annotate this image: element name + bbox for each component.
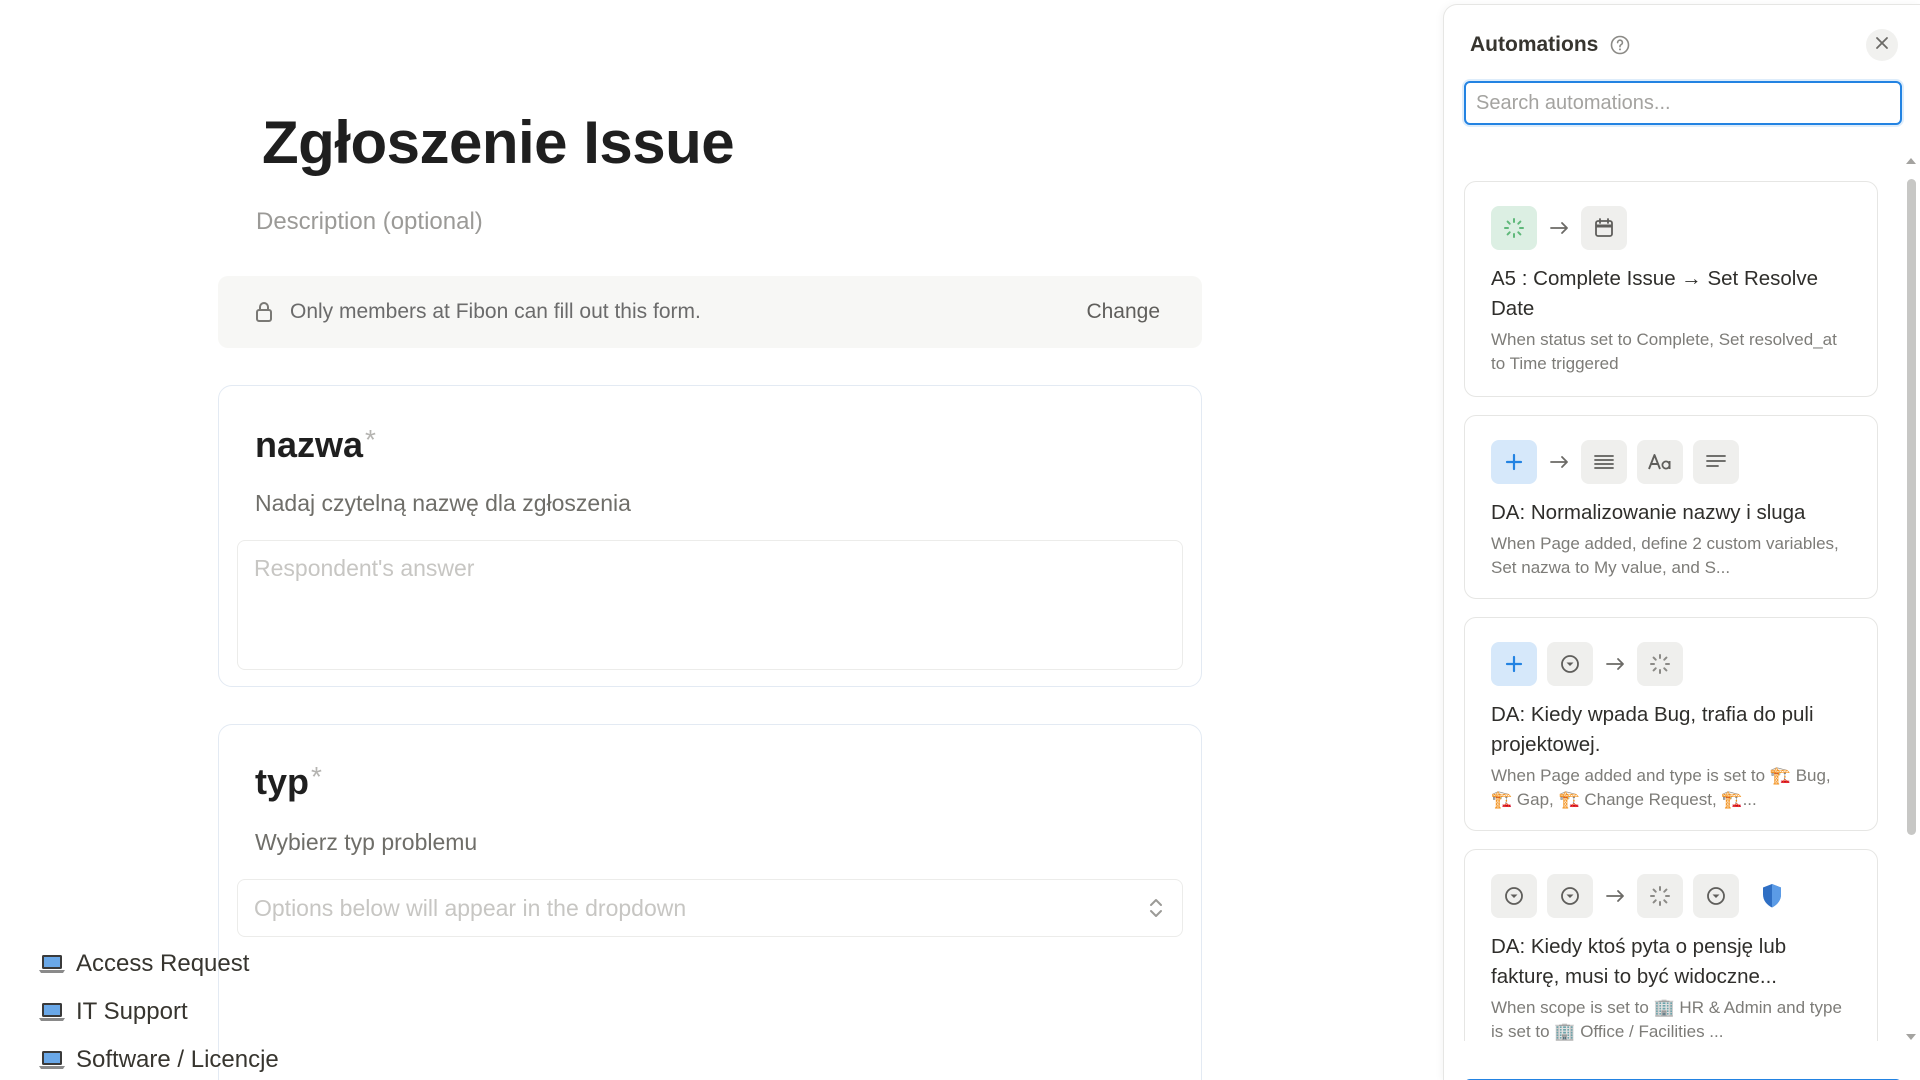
close-panel-button[interactable] [1866, 29, 1898, 61]
automation-name: A5 : Complete Issue → Set Resolve Date [1491, 267, 1819, 320]
automation-name: DA: Normalizowanie nazwy i sluga [1491, 501, 1806, 524]
arrow-right-icon [1547, 455, 1573, 469]
text-format-icon [1637, 440, 1683, 484]
arrow-right-icon [1547, 221, 1573, 235]
laptop-icon [38, 1001, 68, 1023]
automation-description: When scope is set to 🏢 HR & Admin and ty… [1491, 998, 1842, 1041]
automations-list: A5 : Complete Issue → Set Resolve Date W… [1464, 181, 1878, 1041]
select-icon [1547, 642, 1593, 686]
form-title[interactable]: Zgłoszenie Issue [262, 108, 735, 177]
automation-card[interactable]: DA: Kiedy wpada Bug, trafia do puli proj… [1464, 617, 1878, 831]
plus-icon [1491, 440, 1537, 484]
scrollbar[interactable] [1904, 155, 1918, 1043]
question-help-text[interactable]: Wybierz typ problemu [255, 829, 477, 856]
select-icon [1693, 874, 1739, 918]
automation-name: DA: Kiedy ktoś pyta o pensję lub fakturę… [1491, 935, 1787, 988]
shield-icon [1749, 874, 1795, 918]
question-title[interactable]: typ* [255, 761, 322, 803]
scrollbar-thumb[interactable] [1907, 179, 1916, 835]
automation-card[interactable]: DA: Normalizowanie nazwy i sluga When Pa… [1464, 415, 1878, 599]
automation-flow [1491, 874, 1851, 918]
automation-description: When Page added, define 2 custom variabl… [1491, 534, 1839, 577]
question-card-nazwa[interactable]: nazwa* Nadaj czytelną nazwę dla zgłoszen… [218, 385, 1202, 687]
automations-panel: Automations A5 : Complete Issue → Set Re… [1443, 4, 1920, 1080]
required-mark: * [311, 761, 322, 792]
change-access-button[interactable]: Change [1086, 300, 1160, 324]
calendar-icon [1581, 206, 1627, 250]
close-icon [1875, 36, 1889, 55]
laptop-icon [38, 953, 68, 975]
select-icon [1547, 874, 1593, 918]
chevron-up-down-icon [1146, 894, 1166, 922]
status-icon [1491, 206, 1537, 250]
help-icon[interactable] [1610, 35, 1630, 55]
scroll-up-icon[interactable] [1904, 155, 1918, 167]
automation-card[interactable]: DA: Kiedy ktoś pyta o pensję lub fakturę… [1464, 849, 1878, 1041]
status-icon [1637, 642, 1683, 686]
plus-icon [1491, 642, 1537, 686]
form-editor: Zgłoszenie Issue Description (optional) … [0, 0, 1440, 1080]
lock-icon [254, 300, 274, 324]
select-icon [1491, 874, 1537, 918]
dropdown-placeholder: Options below will appear in the dropdow… [254, 894, 687, 921]
text-align-icon [1693, 440, 1739, 484]
automation-description: When Page added and type is set to 🏗️ Bu… [1491, 766, 1831, 809]
laptop-icon [38, 1049, 68, 1071]
access-text: Only members at Fibon can fill out this … [290, 300, 701, 323]
answer-input[interactable]: Respondent's answer [237, 540, 1183, 670]
search-automations-input[interactable] [1464, 81, 1902, 125]
dropdown-option[interactable]: IT Support [38, 998, 188, 1026]
status-icon [1637, 874, 1683, 918]
automation-card[interactable]: A5 : Complete Issue → Set Resolve Date W… [1464, 181, 1878, 397]
automation-description: When status set to Complete, Set resolve… [1491, 330, 1837, 373]
access-banner: Only members at Fibon can fill out this … [218, 276, 1202, 348]
dropdown-option[interactable]: Access Request [38, 950, 249, 978]
scroll-down-icon[interactable] [1904, 1031, 1918, 1043]
automation-flow [1491, 206, 1851, 250]
question-title[interactable]: nazwa* [255, 424, 376, 466]
required-mark: * [365, 424, 376, 455]
automation-flow [1491, 440, 1851, 484]
automation-name: DA: Kiedy wpada Bug, trafia do puli proj… [1491, 703, 1814, 756]
panel-header: Automations [1470, 33, 1630, 57]
text-lines-icon [1581, 440, 1627, 484]
dropdown-select[interactable]: Options below will appear in the dropdow… [237, 879, 1183, 937]
question-card-typ[interactable]: typ* Wybierz typ problemu Options below … [218, 724, 1202, 1080]
panel-title: Automations [1470, 33, 1599, 56]
automation-flow [1491, 642, 1851, 686]
arrow-right-icon [1603, 889, 1629, 903]
arrow-right-icon [1603, 657, 1629, 671]
form-description-input[interactable]: Description (optional) [256, 208, 483, 236]
dropdown-option[interactable]: Software / Licencje [38, 1046, 279, 1074]
question-help-text[interactable]: Nadaj czytelną nazwę dla zgłoszenia [255, 490, 631, 517]
